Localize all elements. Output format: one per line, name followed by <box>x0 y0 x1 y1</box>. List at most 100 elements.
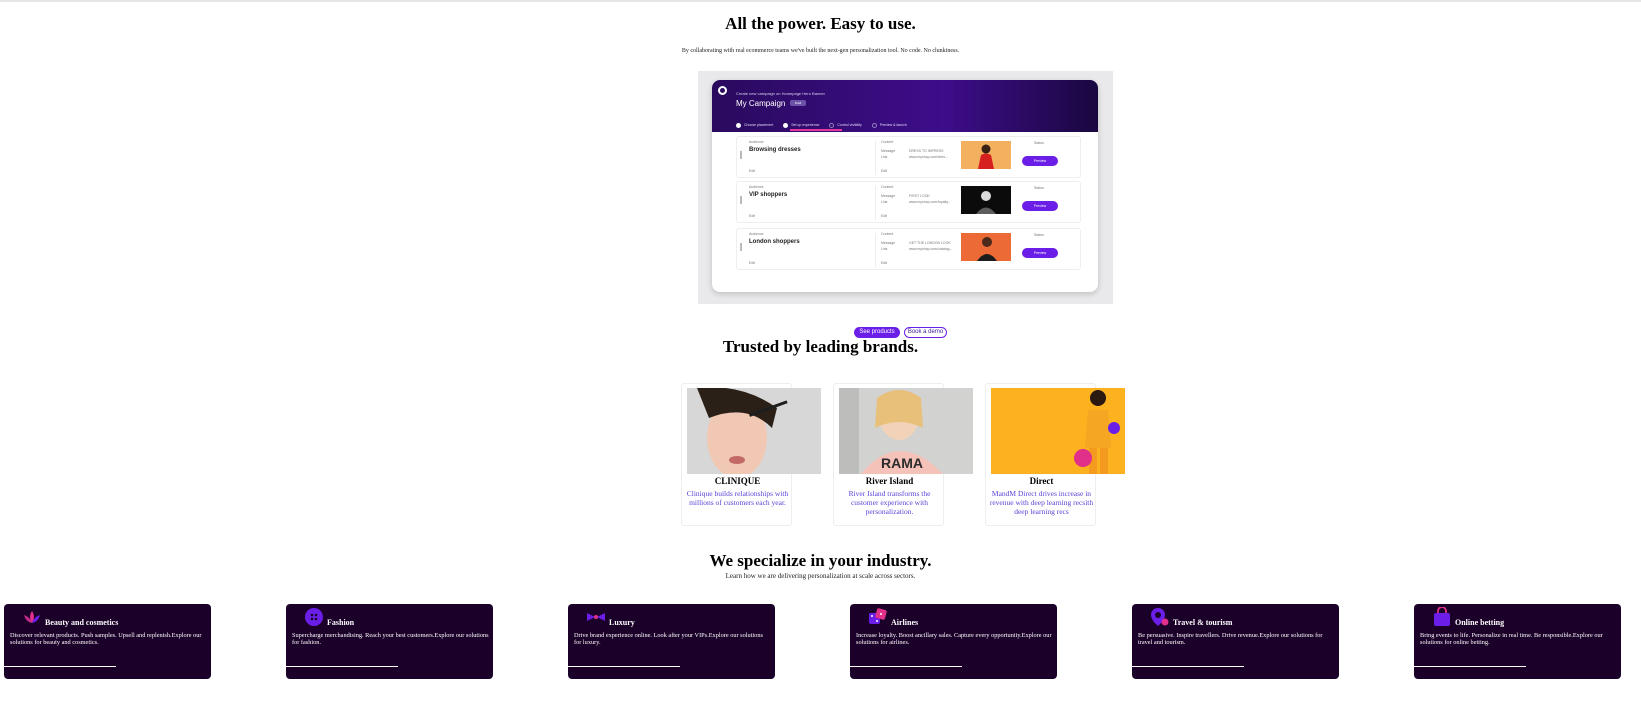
mockup-row-message: FIRST LOOK <box>909 194 930 198</box>
brand-card-clinique[interactable]: CLINIQUE Clinique builds relationships w… <box>681 383 821 526</box>
brand-name: Direct <box>1029 476 1054 486</box>
mockup-row-label: Message <box>881 194 896 198</box>
industry-description: Drive brand experience online. Look afte… <box>574 632 763 646</box>
industry-title: Beauty and cosmetics <box>45 618 119 627</box>
industry-card-underline <box>1414 666 1526 667</box>
dice-icon <box>869 608 887 624</box>
drag-handle-icon <box>740 151 742 159</box>
brand-card-river-island[interactable]: RAMA River Island River Island transform… <box>833 383 973 526</box>
mockup-row-divider <box>875 141 876 175</box>
mockup-row-label: Audience <box>749 140 764 144</box>
lotus-icon <box>24 611 40 623</box>
industry-card-betting[interactable]: Online betting Bring events to life. Per… <box>1414 604 1621 679</box>
mockup-step: Preview & launch <box>871 122 907 128</box>
mockup-row-link: www.myshop.com/loyalty... <box>909 200 951 204</box>
top-divider <box>0 0 1641 2</box>
mockup-step: Set up experience <box>783 122 820 128</box>
mockup-row: Audience VIP shoppers Edit Content Messa… <box>736 181 1081 223</box>
mockup-row: Audience Browsing dresses Edit Content M… <box>736 136 1081 178</box>
step-dot-icon <box>783 122 789 128</box>
svg-text:RAMA: RAMA <box>881 455 923 471</box>
mockup-header: Create new campaign on Homepage Hero Ban… <box>712 80 1098 132</box>
mockup-status-badge: Draft <box>790 100 806 106</box>
industry-card-underline <box>1132 666 1244 667</box>
button-icon <box>305 608 323 626</box>
mockup-row-message: DRESS TO IMPRESS <box>909 149 944 153</box>
brand-card-direct[interactable]: Direct MandM Direct drives increase in r… <box>985 383 1125 526</box>
industry-description: Increase loyalty. Boost ancillary sales.… <box>856 632 1052 646</box>
industry-card-airlines[interactable]: Airlines Increase loyalty. Boost ancilla… <box>850 604 1057 679</box>
mockup-row-audience: Browsing dresses <box>749 147 801 153</box>
industry-description: Bring events to life. Personalize in rea… <box>1420 632 1603 646</box>
mockup-row-label: Message <box>881 149 896 153</box>
dress-photo <box>961 141 1011 169</box>
step-dot-icon <box>871 122 877 128</box>
industry-card-underline <box>286 666 398 667</box>
mockup-row-label: Content <box>881 232 894 236</box>
q-logo-icon <box>718 86 727 95</box>
industry-description: Discover relevant products. Push samples… <box>10 632 202 646</box>
london-photo <box>961 233 1011 261</box>
brand-description[interactable]: River Island transforms the customer exp… <box>837 489 942 516</box>
drag-handle-icon <box>740 196 742 204</box>
direct-photo <box>991 388 1125 474</box>
industry-title: Travel & tourism <box>1173 618 1233 627</box>
mockup-row-label: Audience <box>749 232 764 236</box>
hero-image: Create new campaign on Homepage Hero Ban… <box>698 71 1113 304</box>
mockup-step: Choose placement <box>736 122 774 128</box>
check-icon <box>736 122 741 128</box>
industries-title: We specialize in your industry. <box>709 551 932 570</box>
mockup-row-divider <box>875 186 876 220</box>
industry-card-beauty[interactable]: Beauty and cosmetics Discover relevant p… <box>4 604 211 679</box>
industry-title: Online betting <box>1455 618 1505 627</box>
industry-description: Supercharge merchandising. Reach your be… <box>292 632 489 646</box>
mockup-row-message: GET THE LONDON LOOK <box>909 241 951 245</box>
mockup-subtitle: Create new campaign on Homepage Hero Ban… <box>736 91 825 96</box>
location-pin-icon <box>1151 608 1169 626</box>
mockup-row-label: Message <box>881 241 896 245</box>
bow-tie-icon <box>587 613 605 621</box>
industry-card-underline <box>4 666 116 667</box>
mockup-row-label: Link <box>881 247 888 251</box>
brand-description[interactable]: MandM Direct drives increase in revenue … <box>989 489 1094 516</box>
mockup-row-edit: Edit <box>881 261 888 265</box>
vip-photo <box>961 186 1011 214</box>
mockup-row: Audience London shoppers Edit Content Me… <box>736 228 1081 270</box>
mockup-row-edit: Edit <box>749 261 756 265</box>
mockup-campaign-name: My Campaign <box>736 99 786 108</box>
mockup-row-edit: Edit <box>749 169 756 173</box>
mockup-row-edit: Edit <box>749 214 756 218</box>
preview-button: Preview <box>1022 156 1058 166</box>
mockup-step-label: Set up experience <box>791 123 820 127</box>
industries-subtitle: Learn how we are delivering personalizat… <box>725 572 916 580</box>
mockup-row-label: Content <box>881 140 894 144</box>
brands-title: Trusted by leading brands. <box>722 337 919 356</box>
industry-title: Airlines <box>891 618 919 627</box>
mockup-row-label: Link <box>881 155 888 159</box>
mockup-row-link: www.myshop.com/catalog... <box>909 247 953 251</box>
mockup-row-status: Status <box>1034 141 1044 145</box>
campaign-mockup: Create new campaign on Homepage Hero Ban… <box>712 80 1098 292</box>
mockup-row-edit: Edit <box>881 169 888 173</box>
industry-title: Fashion <box>327 618 355 627</box>
mockup-row-edit: Edit <box>881 214 888 218</box>
clinique-photo <box>687 388 821 474</box>
industry-card-travel[interactable]: Travel & tourism Be persuasive. Inspire … <box>1132 604 1339 679</box>
hero-subtitle: By collaborating with real ecommerce tea… <box>681 48 960 54</box>
brand-description[interactable]: Clinique builds relationships with milli… <box>685 489 790 507</box>
mockup-row-label: Content <box>881 185 894 189</box>
brand-name: CLINIQUE <box>714 476 761 486</box>
mockup-step-underline <box>790 129 842 131</box>
mockup-row-link: www.myshop.com/dres... <box>909 155 948 159</box>
industry-card-fashion[interactable]: Fashion Supercharge merchandising. Reach… <box>286 604 493 679</box>
mockup-row-divider <box>875 233 876 267</box>
mockup-row-status: Status <box>1034 233 1044 237</box>
preview-button: Preview <box>1022 248 1058 258</box>
river-island-photo: RAMA <box>839 388 973 474</box>
mockup-step: Control visibility <box>829 122 862 128</box>
mockup-row-audience: London shoppers <box>749 239 800 245</box>
mockup-step-label: Choose placement <box>744 123 774 127</box>
mockup-steps: Choose placement Set up experience Contr… <box>736 121 907 129</box>
industry-description: Be persuasive. Inspire travellers. Drive… <box>1138 632 1323 646</box>
industry-card-luxury[interactable]: Luxury Drive brand experience online. Lo… <box>568 604 775 679</box>
